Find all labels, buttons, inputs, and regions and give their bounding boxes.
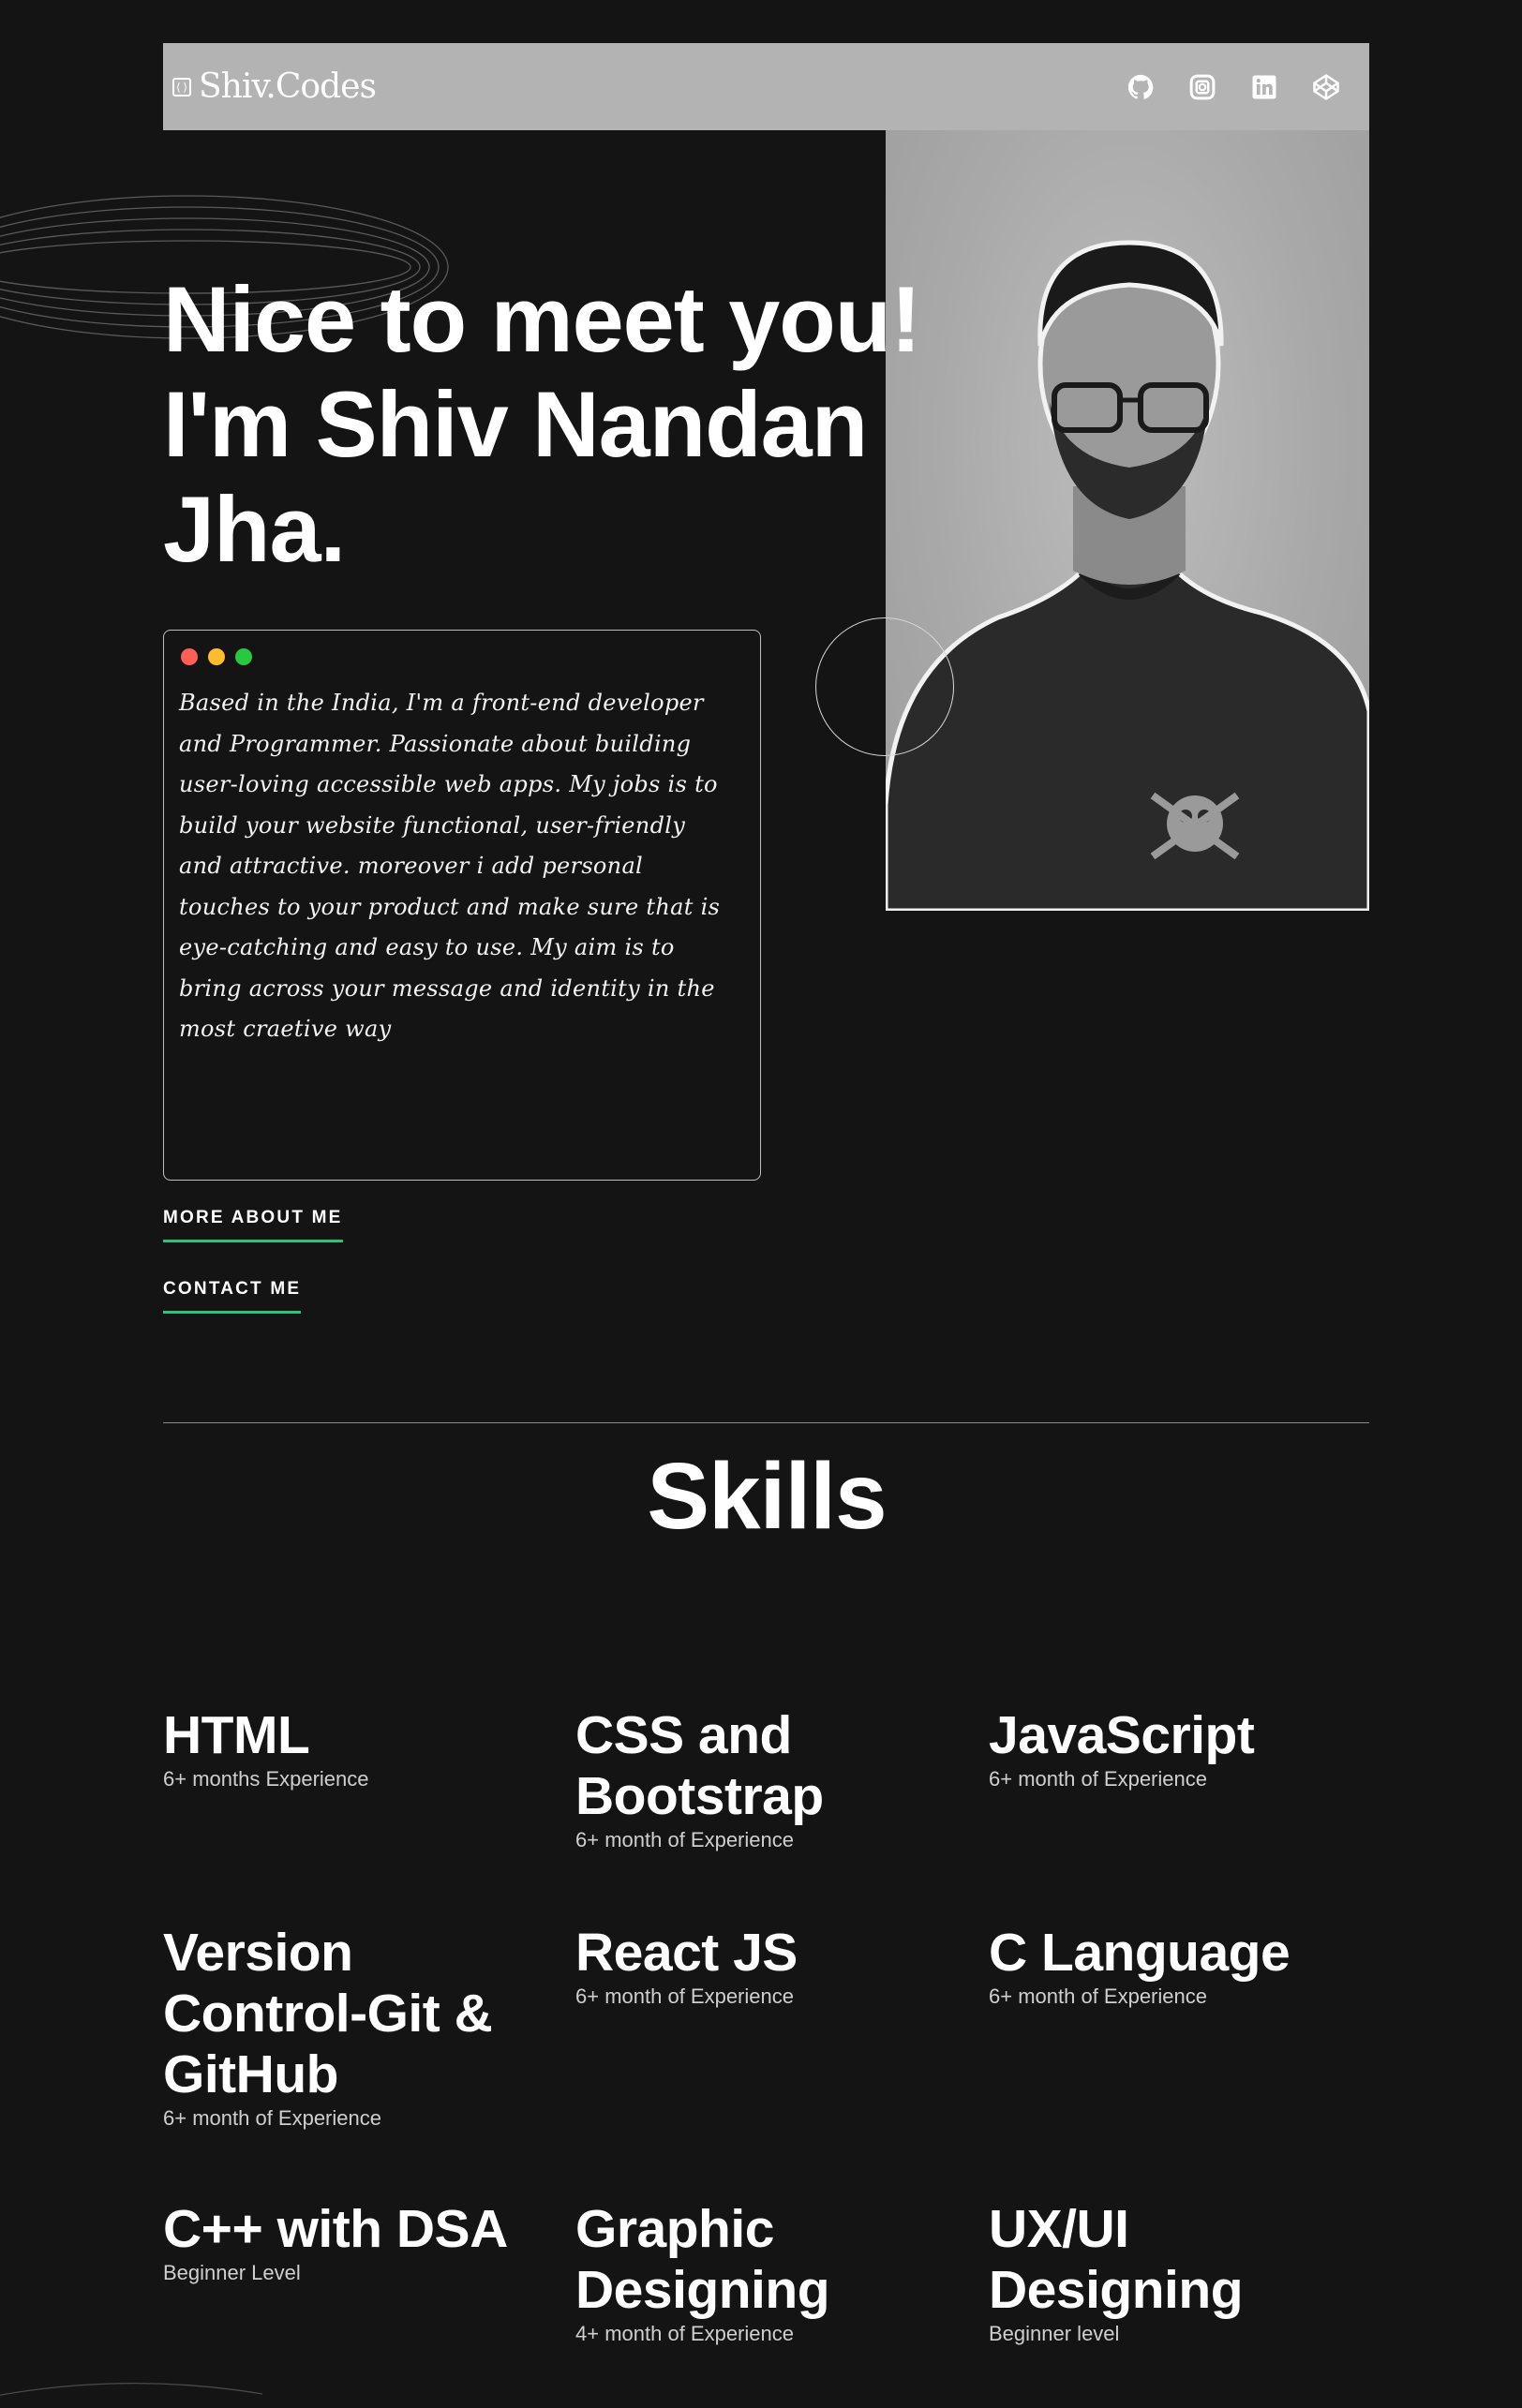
skill-item: JavaScript 6+ month of Experience: [989, 1705, 1364, 1792]
skill-experience: 6+ month of Experience: [575, 1828, 794, 1851]
skill-experience: Beginner Level: [163, 2261, 301, 2284]
skill-name: CSS and Bootstrap: [575, 1705, 824, 1826]
skill-experience: 6+ month of Experience: [989, 1984, 1207, 2008]
maximize-dot: [235, 648, 252, 665]
skill-name: UX/UI Designing: [989, 2199, 1244, 2320]
window-dots: [181, 648, 252, 665]
bio-text: Based in the India, I'm a front-end deve…: [179, 690, 721, 1042]
github-icon: [1127, 74, 1154, 99]
skill-name: React JS: [575, 1923, 798, 1983]
brand-logo[interactable]: ⟨⟩ Shiv.Codes: [172, 43, 377, 130]
skill-name: JavaScript: [989, 1705, 1255, 1765]
codepen-link[interactable]: [1311, 72, 1341, 102]
hero-heading-line1: Nice to meet you!: [163, 267, 921, 371]
skill-experience: Beginner level: [989, 2322, 1120, 2345]
section-divider: [163, 1422, 1369, 1423]
code-icon: ⟨⟩: [172, 77, 191, 97]
skill-experience: 6+ month of Experience: [163, 2106, 381, 2130]
bio-card: Based in the India, I'm a front-end deve…: [163, 630, 761, 1181]
skill-item: CSS and Bootstrap 6+ month of Experience: [575, 1705, 885, 1853]
hero-heading: Nice to meet you! I'm Shiv Nandan Jha.: [163, 267, 941, 582]
more-about-me-link[interactable]: MORE ABOUT ME: [163, 1208, 343, 1242]
skill-experience: 6+ month of Experience: [989, 1767, 1207, 1791]
site-header: ⟨⟩ Shiv.Codes: [163, 43, 1369, 130]
linkedin-icon: [1252, 75, 1276, 98]
skill-name: Version Control-Git & GitHub: [163, 1923, 493, 2104]
hero-heading-line2: I'm Shiv Nandan: [163, 372, 868, 476]
brand-name: Shiv.Codes: [199, 67, 377, 106]
decorative-arc: [0, 2382, 262, 2396]
contact-me-link[interactable]: CONTACT ME: [163, 1279, 302, 1314]
skills-heading: Skills: [647, 1444, 887, 1549]
minimize-dot: [208, 648, 225, 665]
codepen-icon: [1313, 73, 1339, 100]
skill-experience: 6+ month of Experience: [575, 1984, 794, 2008]
skill-name: HTML: [163, 1705, 310, 1765]
github-link[interactable]: [1126, 72, 1156, 102]
profile-photo: [886, 130, 1369, 911]
decorative-circle: [815, 617, 954, 756]
hero-heading-line3: Jha.: [163, 477, 346, 581]
skill-name: C Language: [989, 1923, 1291, 1983]
instagram-link[interactable]: [1187, 72, 1217, 102]
skill-item: C++ with DSA Beginner Level: [163, 2199, 538, 2286]
close-dot: [181, 648, 198, 665]
skill-item: C Language 6+ month of Experience: [989, 1923, 1364, 2010]
skill-item: HTML 6+ months Experience: [163, 1705, 538, 1792]
skill-name: C++ with DSA: [163, 2199, 508, 2259]
skill-experience: 6+ months Experience: [163, 1767, 369, 1791]
social-links: [1126, 43, 1341, 130]
skill-item: React JS 6+ month of Experience: [575, 1923, 950, 2010]
instagram-icon: [1189, 74, 1216, 99]
skill-name: Graphic Designing: [575, 2199, 830, 2320]
linkedin-link[interactable]: [1249, 72, 1279, 102]
skill-experience: 4+ month of Experience: [575, 2322, 794, 2345]
skill-item: UX/UI Designing Beginner level: [989, 2199, 1298, 2347]
skill-item: Version Control-Git & GitHub 6+ month of…: [163, 1923, 519, 2132]
skill-item: Graphic Designing 4+ month of Experience: [575, 2199, 885, 2347]
